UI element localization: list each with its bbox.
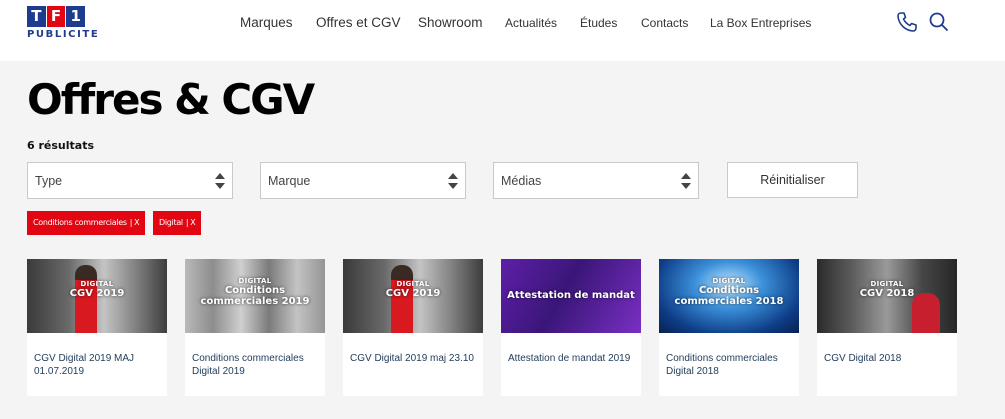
logo-tile-f: F — [46, 6, 66, 27]
document-card[interactable]: Attestation de mandat Attestation de man… — [501, 259, 641, 396]
thumb-title: Conditions commerciales 2018 — [674, 285, 784, 307]
card-thumbnail: DIGITAL CGV 2018 — [817, 259, 957, 333]
page-title: Offres & CGV — [27, 75, 315, 124]
logo-subtitle: PUBLICITE — [27, 29, 100, 40]
card-label[interactable]: CGV Digital 2018 — [824, 352, 952, 365]
type-select[interactable]: Type — [27, 162, 233, 199]
nav-contacts[interactable]: Contacts — [641, 16, 688, 30]
card-thumbnail: DIGITAL Conditions commerciales 2019 — [185, 259, 325, 333]
filter-tag-digital[interactable]: Digital | X — [153, 211, 202, 235]
results-count: 6 résultats — [27, 139, 95, 152]
nav-actualites[interactable]: Actualités — [505, 16, 557, 30]
marque-select[interactable]: Marque — [260, 162, 466, 199]
nav-la-box-entreprises[interactable]: La Box Entreprises — [710, 16, 811, 30]
card-thumbnail: DIGITAL CGV 2019 — [343, 259, 483, 333]
filter-tag-conditions-commerciales[interactable]: Conditions commerciales | X — [27, 211, 146, 235]
card-thumbnail: Attestation de mandat — [501, 259, 641, 333]
card-label[interactable]: CGV Digital 2019 maj 23.10 — [350, 352, 478, 365]
remove-tag-icon[interactable]: X — [190, 218, 195, 227]
nav-offres-et-cgv[interactable]: Offres et CGV — [316, 15, 401, 30]
thumb-kicker: DIGITAL — [870, 280, 904, 288]
phone-icon[interactable] — [895, 10, 919, 34]
remove-tag-icon[interactable]: X — [134, 218, 139, 227]
reset-button[interactable]: Réinitialiser — [727, 162, 858, 198]
select-arrows-icon — [448, 173, 458, 189]
logo-tile-t: T — [27, 6, 46, 27]
document-card[interactable]: DIGITAL Conditions commerciales 2019 Con… — [185, 259, 325, 396]
thumb-title: Attestation de mandat — [507, 290, 635, 301]
thumb-kicker: DIGITAL — [80, 280, 114, 288]
search-icon[interactable] — [927, 10, 951, 34]
card-thumbnail: DIGITAL CGV 2019 — [27, 259, 167, 333]
thumb-title: CGV 2018 — [859, 288, 915, 299]
card-label[interactable]: Attestation de mandat 2019 — [508, 352, 636, 365]
thumb-title: CGV 2019 — [385, 288, 441, 299]
nav-showroom[interactable]: Showroom — [418, 15, 483, 30]
document-card[interactable]: DIGITAL CGV 2019 CGV Digital 2019 maj 23… — [343, 259, 483, 396]
logo-tiles: T F 1 — [27, 6, 86, 27]
medias-select[interactable]: Médias — [493, 162, 699, 199]
medias-select-label: Médias — [501, 174, 542, 188]
thumb-kicker: DIGITAL — [396, 280, 430, 288]
nav-etudes[interactable]: Études — [580, 16, 617, 30]
card-label[interactable]: CGV Digital 2019 MAJ 01.07.2019 — [34, 352, 162, 378]
thumb-title: CGV 2019 — [69, 288, 125, 299]
logo-tile-1: 1 — [66, 6, 86, 27]
select-arrows-icon — [215, 173, 225, 189]
marque-select-label: Marque — [268, 174, 311, 188]
select-arrows-icon — [681, 173, 691, 189]
thumb-kicker: DIGITAL — [712, 277, 746, 285]
card-label[interactable]: Conditions commerciales Digital 2018 — [666, 352, 794, 378]
card-thumbnail: DIGITAL Conditions commerciales 2018 — [659, 259, 799, 333]
card-label[interactable]: Conditions commerciales Digital 2019 — [192, 352, 320, 378]
filter-tag-label: Conditions commerciales — [33, 218, 127, 227]
filter-tag-label: Digital — [159, 218, 183, 227]
thumb-title: Conditions commerciales 2019 — [200, 285, 310, 307]
type-select-label: Type — [35, 174, 63, 188]
document-card[interactable]: DIGITAL Conditions commerciales 2018 Con… — [659, 259, 799, 396]
site-header: T F 1 PUBLICITE Marques Offres et CGV Sh… — [0, 0, 1005, 61]
tf1-publicite-logo[interactable]: T F 1 PUBLICITE — [27, 6, 100, 42]
thumb-kicker: DIGITAL — [238, 277, 272, 285]
document-card[interactable]: DIGITAL CGV 2019 CGV Digital 2019 MAJ 01… — [27, 259, 167, 396]
nav-marques[interactable]: Marques — [240, 15, 293, 30]
document-card[interactable]: DIGITAL CGV 2018 CGV Digital 2018 — [817, 259, 957, 396]
